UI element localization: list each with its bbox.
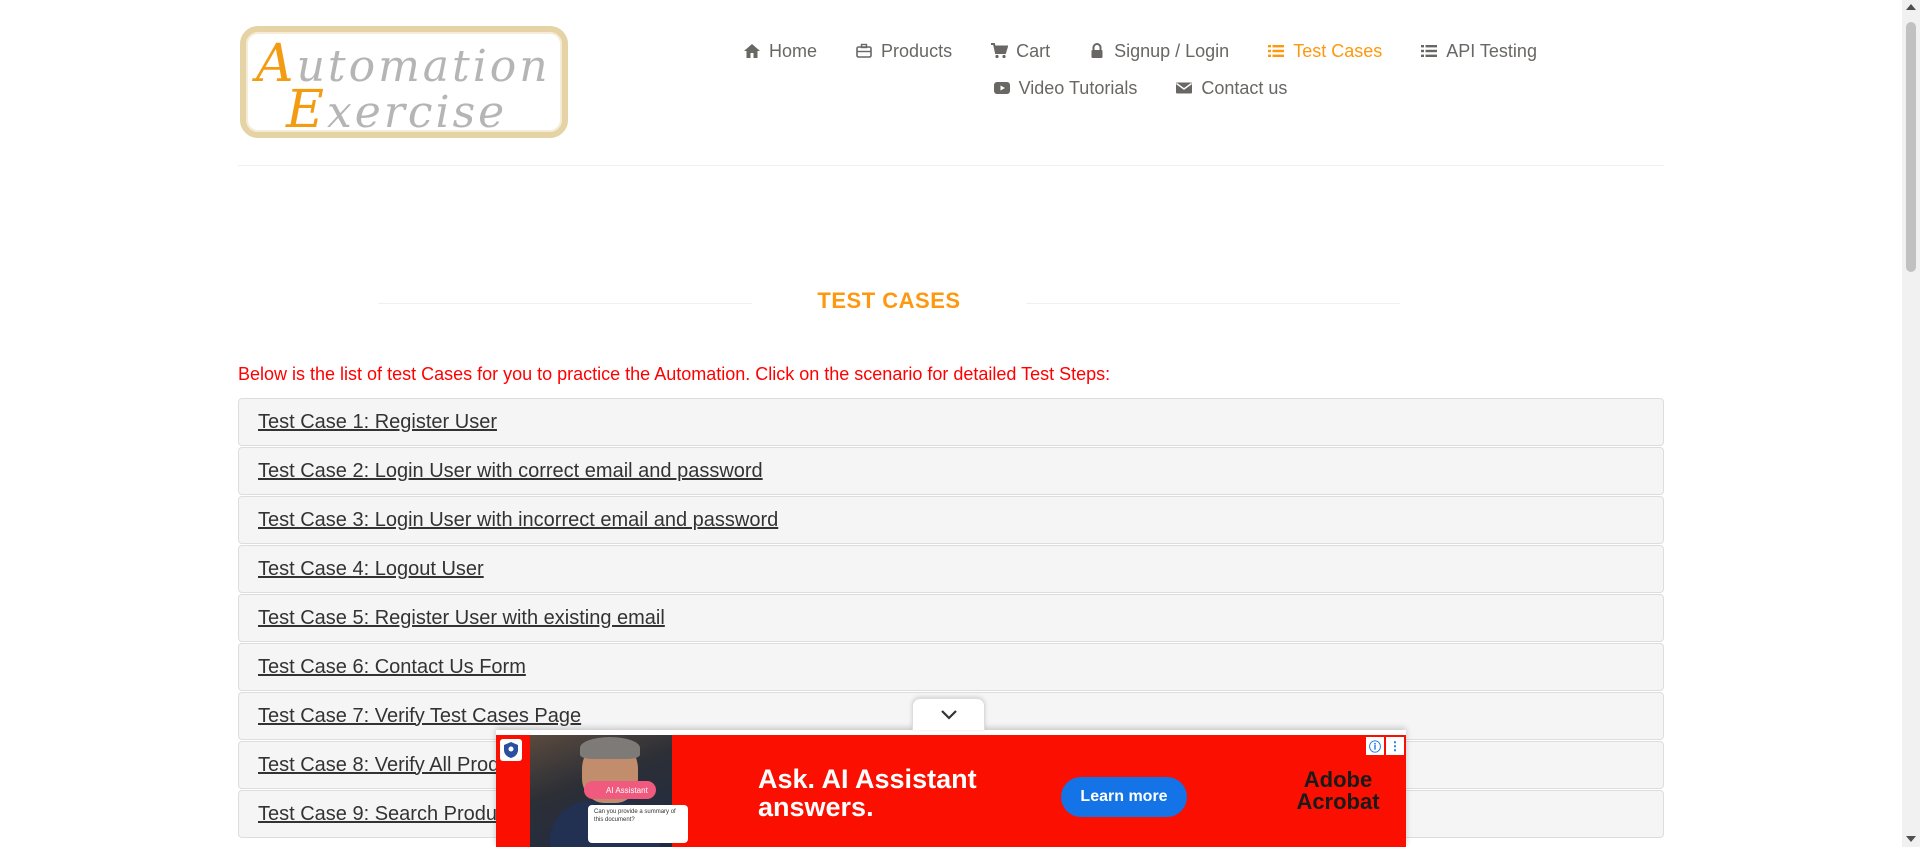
lock-icon [1088, 42, 1106, 60]
list-icon [1267, 42, 1285, 60]
ad-photo-hair [580, 737, 640, 759]
test-case-link[interactable]: Test Case 6: Contact Us Form [258, 656, 526, 679]
nav-item-products[interactable]: Products [855, 41, 952, 62]
nav-item-signup-login[interactable]: Signup / Login [1088, 41, 1229, 62]
youtube-icon [993, 79, 1011, 97]
site-logo[interactable]: Automation Exercise [240, 26, 568, 140]
cart-icon [990, 42, 1009, 60]
ad-headline: Ask. AI Assistant answers. [758, 764, 977, 822]
test-case-row: Test Case 2: Login User with correct ema… [238, 447, 1664, 495]
section-heading: TEST CASES [378, 288, 1402, 318]
header-divider [238, 165, 1664, 166]
test-case-link[interactable]: Test Case 7: Verify Test Cases Page [258, 705, 581, 728]
nav-item-home[interactable]: Home [743, 41, 817, 62]
scroll-down-icon[interactable] [1906, 836, 1916, 842]
nav-item-label: API Testing [1446, 40, 1537, 61]
briefcase-icon [855, 42, 873, 60]
title-divider-left [378, 303, 752, 304]
nav-item-label: Products [881, 40, 953, 61]
ad-more-icon[interactable]: ⋮ [1386, 737, 1404, 755]
nav-item-label: Signup / Login [1114, 40, 1230, 61]
page-scrollbar[interactable] [1902, 0, 1920, 847]
test-case-link[interactable]: Test Case 9: Search Product [258, 803, 513, 826]
ad-learn-more-button[interactable]: Learn more [1061, 777, 1187, 817]
nav-item-test-cases[interactable]: Test Cases [1267, 41, 1382, 62]
nav-item-label: Test Cases [1293, 40, 1383, 61]
home-icon [743, 42, 761, 60]
test-case-row: Test Case 5: Register User with existing… [238, 594, 1664, 642]
nav-item-api-testing[interactable]: API Testing [1420, 41, 1537, 62]
test-case-link[interactable]: Test Case 1: Register User [258, 411, 497, 434]
ad-brand: Adobe Acrobat [1296, 767, 1380, 814]
ad-shield-icon [500, 739, 522, 761]
page: Automation Exercise Home Products Cart Sign… [0, 0, 1920, 847]
title-divider-right [1026, 303, 1400, 304]
main-nav: Home Products Cart Signup / Login Test Cases… [740, 36, 1540, 103]
nav-item-cart[interactable]: Cart [990, 41, 1050, 62]
ad-collapse-button[interactable] [912, 698, 985, 730]
nav-item-video-tutorials[interactable]: Video Tutorials [993, 77, 1138, 99]
test-case-link[interactable]: Test Case 5: Register User with existing… [258, 607, 665, 630]
scroll-up-icon[interactable] [1906, 4, 1916, 10]
test-case-row: Test Case 1: Register User [238, 398, 1664, 446]
nav-item-label: Contact us [1201, 77, 1288, 98]
envelope-icon [1175, 79, 1193, 97]
intro-text: Below is the list of test Cases for you … [238, 364, 1111, 384]
nav-item-label: Video Tutorials [1018, 77, 1138, 98]
ad-info-icon[interactable]: ⓘ [1366, 737, 1384, 755]
page-title: TEST CASES [817, 288, 961, 313]
ad-ai-chip: AI Assistant [584, 781, 656, 799]
advertisement-banner[interactable]: AI Assistant Can you provide a summary o… [496, 730, 1406, 847]
test-case-link[interactable]: Test Case 3: Login User with incorrect e… [258, 509, 778, 532]
scroll-thumb[interactable] [1906, 22, 1916, 272]
ad-prompt-card: Can you provide a summary of this docume… [588, 805, 688, 843]
nav-row-1: Home Products Cart Signup / Login Test Cases… [740, 36, 1540, 66]
nav-row-2: Video Tutorials Contact us [740, 73, 1540, 103]
nav-item-contact-us[interactable]: Contact us [1175, 78, 1287, 99]
test-case-link[interactable]: Test Case 4: Logout User [258, 558, 484, 581]
test-case-row: Test Case 4: Logout User [238, 545, 1664, 593]
ad-controls: ⓘ ⋮ [1366, 737, 1404, 755]
nav-item-label: Cart [1016, 40, 1051, 61]
logo-line-2: Exercise [286, 80, 508, 140]
list-icon [1420, 42, 1438, 60]
nav-item-label: Home [769, 40, 818, 61]
test-case-row: Test Case 6: Contact Us Form [238, 643, 1664, 691]
chevron-down-icon [940, 709, 957, 720]
test-case-link[interactable]: Test Case 2: Login User with correct ema… [258, 460, 763, 483]
test-case-row: Test Case 3: Login User with incorrect e… [238, 496, 1664, 544]
